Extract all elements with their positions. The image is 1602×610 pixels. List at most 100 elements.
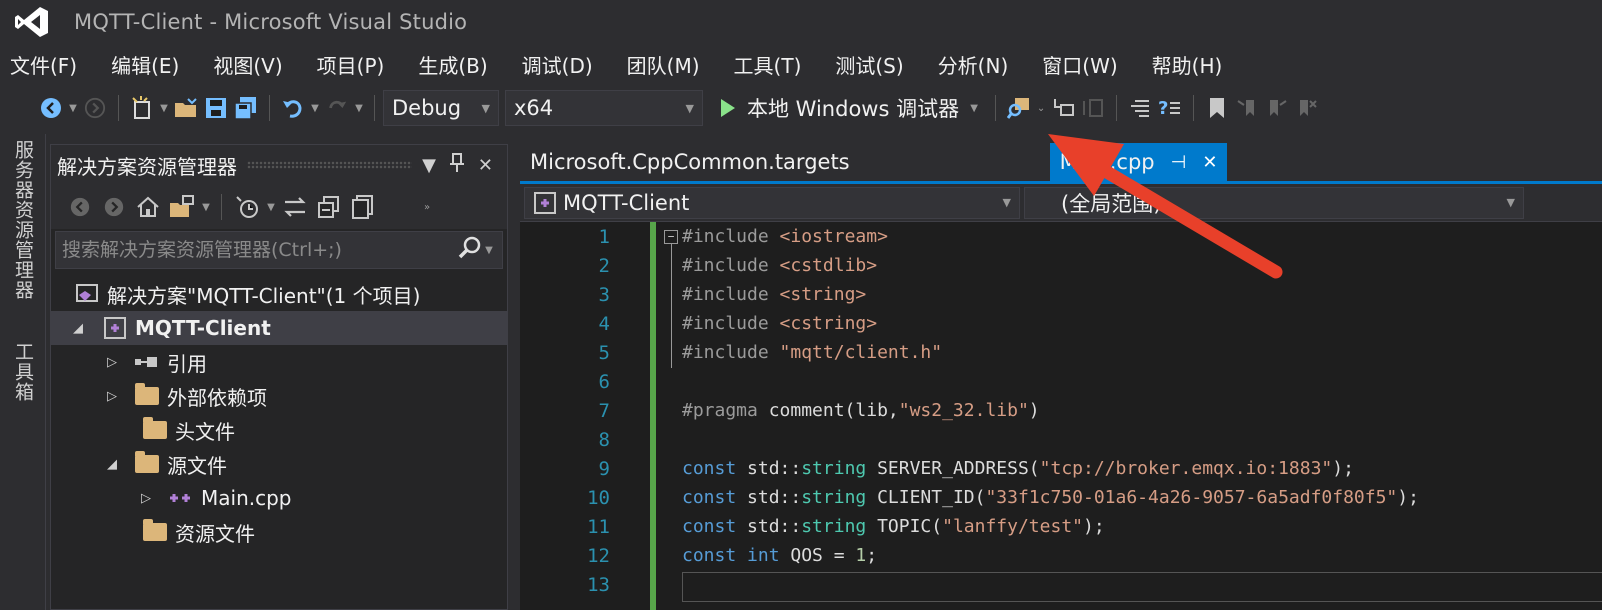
window-position-dropdown-icon[interactable]: ▼ [422,155,436,176]
tree-item-main-cpp[interactable]: ▷ Main.cpp [51,481,507,515]
navigate-forward-icon[interactable] [80,93,110,123]
tree-item-solution[interactable]: 解决方案"MQTT-Client"(1 个项目) [51,277,507,311]
preprocessor-token: #include [682,284,780,305]
save-icon[interactable] [201,93,231,123]
solution-platform-select[interactable]: x64 ▼ [505,90,703,126]
tab-main-cpp[interactable]: Main.cpp ⊣ ✕ [1049,143,1228,181]
new-project-icon[interactable] [127,93,157,123]
server-explorer-tab[interactable]: 服务器资源管理器 [10,140,37,300]
solution-configuration-select[interactable]: Debug ▼ [383,90,499,126]
close-icon[interactable]: ✕ [478,155,493,176]
menu-edit[interactable]: 编辑(E) [111,50,179,79]
collapsed-arrow-icon[interactable]: ▷ [103,355,121,370]
home-icon[interactable] [131,192,165,222]
menu-project[interactable]: 项目(P) [317,50,385,79]
search-options-dropdown-icon[interactable]: ▼ [482,245,496,256]
code-line: 7 #pragma comment(lib,"ws2_32.lib") [520,396,1602,425]
global-scope-select[interactable]: (全局范围) ▼ [1024,186,1524,219]
menu-team[interactable]: 团队(M) [627,50,700,79]
code-text-area[interactable]: − 1 #include <iostream> 2 #include <cstd… [520,222,1602,610]
cpp-project-icon [534,191,556,214]
overflow-icon[interactable]: ⌄ [1034,103,1048,114]
pin-icon[interactable] [449,152,464,178]
tree-item-references[interactable]: ▷ 引用 [51,345,507,379]
collapsed-arrow-icon[interactable]: ▷ [137,491,155,506]
solution-tree: 解决方案"MQTT-Client"(1 个项目) ◢ MQTT-Client ▷… [51,277,507,549]
menu-analyze[interactable]: 分析(N) [938,50,1009,79]
tree-item-header-files[interactable]: 头文件 [51,413,507,447]
collapsed-arrow-icon[interactable]: ▷ [103,389,121,404]
tab-cppcommon-targets[interactable]: Microsoft.CppCommon.targets [520,143,860,181]
show-all-files-icon[interactable] [346,192,380,222]
chevron-down-icon[interactable]: ▼ [352,103,366,114]
collapse-all-icon[interactable] [312,192,346,222]
line-number: 10 [587,486,610,509]
open-file-icon[interactable] [171,93,201,123]
step-into-icon[interactable] [1048,93,1078,123]
chevron-down-icon[interactable]: ▼ [967,103,981,114]
number-token: 1 [855,545,867,566]
menu-view[interactable]: 视图(V) [213,50,282,79]
comment-lines-icon[interactable] [1125,93,1155,123]
tree-item-resource-files[interactable]: 资源文件 [51,515,507,549]
preprocessor-token: #include [682,313,780,334]
menu-test[interactable]: 测试(S) [835,50,903,79]
string-token: "33f1c750-01a6-4a26-9057-6a5adf0f80f5" [985,487,1398,508]
quick-info-icon[interactable]: ? [1155,93,1185,123]
clear-bookmarks-icon[interactable] [1292,93,1322,123]
line-number: 3 [598,283,610,306]
toolbox-tab[interactable]: 工具箱 [10,342,37,402]
menu-tools[interactable]: 工具(T) [734,50,802,79]
find-in-files-icon[interactable] [1004,93,1034,123]
start-debugging-button[interactable]: 本地 Windows 调试器 ▼ [715,90,987,126]
previous-bookmark-icon[interactable] [1232,93,1262,123]
back-icon[interactable] [63,192,97,222]
menu-help[interactable]: 帮助(H) [1152,50,1223,79]
navigate-back-icon[interactable] [36,93,66,123]
chevron-down-icon[interactable]: ▼ [157,103,171,114]
folder-icon [141,519,169,544]
save-all-icon[interactable] [231,93,261,123]
line-number: 6 [598,370,610,393]
menu-window[interactable]: 窗口(W) [1042,50,1117,79]
code-line: 1 #include <iostream> [520,222,1602,251]
step-over-icon[interactable] [1078,93,1108,123]
toolbar-separator [221,194,222,220]
expanded-arrow-icon[interactable]: ◢ [103,457,121,472]
pin-tab-icon[interactable]: ⊣ [1171,152,1187,173]
solution-search-input[interactable] [62,239,458,261]
tree-item-external-dependencies[interactable]: ▷ 外部依赖项 [51,379,507,413]
navigation-bar: MQTT-Client ▼ (全局范围) ▼ [520,184,1602,222]
sync-with-active-document-icon[interactable] [278,192,312,222]
switch-views-icon[interactable] [165,192,199,222]
close-tab-icon[interactable]: ✕ [1202,152,1217,173]
start-debugging-label: 本地 Windows 调试器 [747,97,960,121]
overflow-icon[interactable]: » [420,202,434,213]
tab-label: Microsoft.CppCommon.targets [530,150,850,174]
menu-build[interactable]: 生成(B) [418,50,487,79]
string-token: <string> [779,284,867,305]
search-icon[interactable] [458,236,482,264]
bookmark-icon[interactable] [1202,93,1232,123]
menu-debug[interactable]: 调试(D) [522,50,593,79]
undo-icon[interactable] [278,93,308,123]
redo-icon[interactable] [322,93,352,123]
chevron-down-icon[interactable]: ▼ [199,202,213,213]
string-token: "tcp://broker.emqx.io:1883" [1039,458,1333,479]
drag-grip[interactable] [247,161,413,169]
next-bookmark-icon[interactable] [1262,93,1292,123]
menu-file[interactable]: 文件(F) [10,50,77,79]
forward-icon[interactable] [97,192,131,222]
expanded-arrow-icon[interactable]: ◢ [69,321,87,336]
chevron-down-icon[interactable]: ▼ [308,103,322,114]
chevron-down-icon[interactable]: ▼ [264,202,278,213]
project-scope-select[interactable]: MQTT-Client ▼ [524,186,1020,219]
code-line: 8 [520,425,1602,454]
chevron-down-icon[interactable]: ▼ [66,103,80,114]
tree-item-label: 解决方案"MQTT-Client"(1 个项目) [107,283,421,308]
toolbar-separator [1193,95,1195,121]
string-token: <iostream> [779,226,888,247]
pending-changes-filter-icon[interactable] [230,192,264,222]
tree-item-project[interactable]: ◢ MQTT-Client [51,311,507,345]
tree-item-source-files[interactable]: ◢ 源文件 [51,447,507,481]
